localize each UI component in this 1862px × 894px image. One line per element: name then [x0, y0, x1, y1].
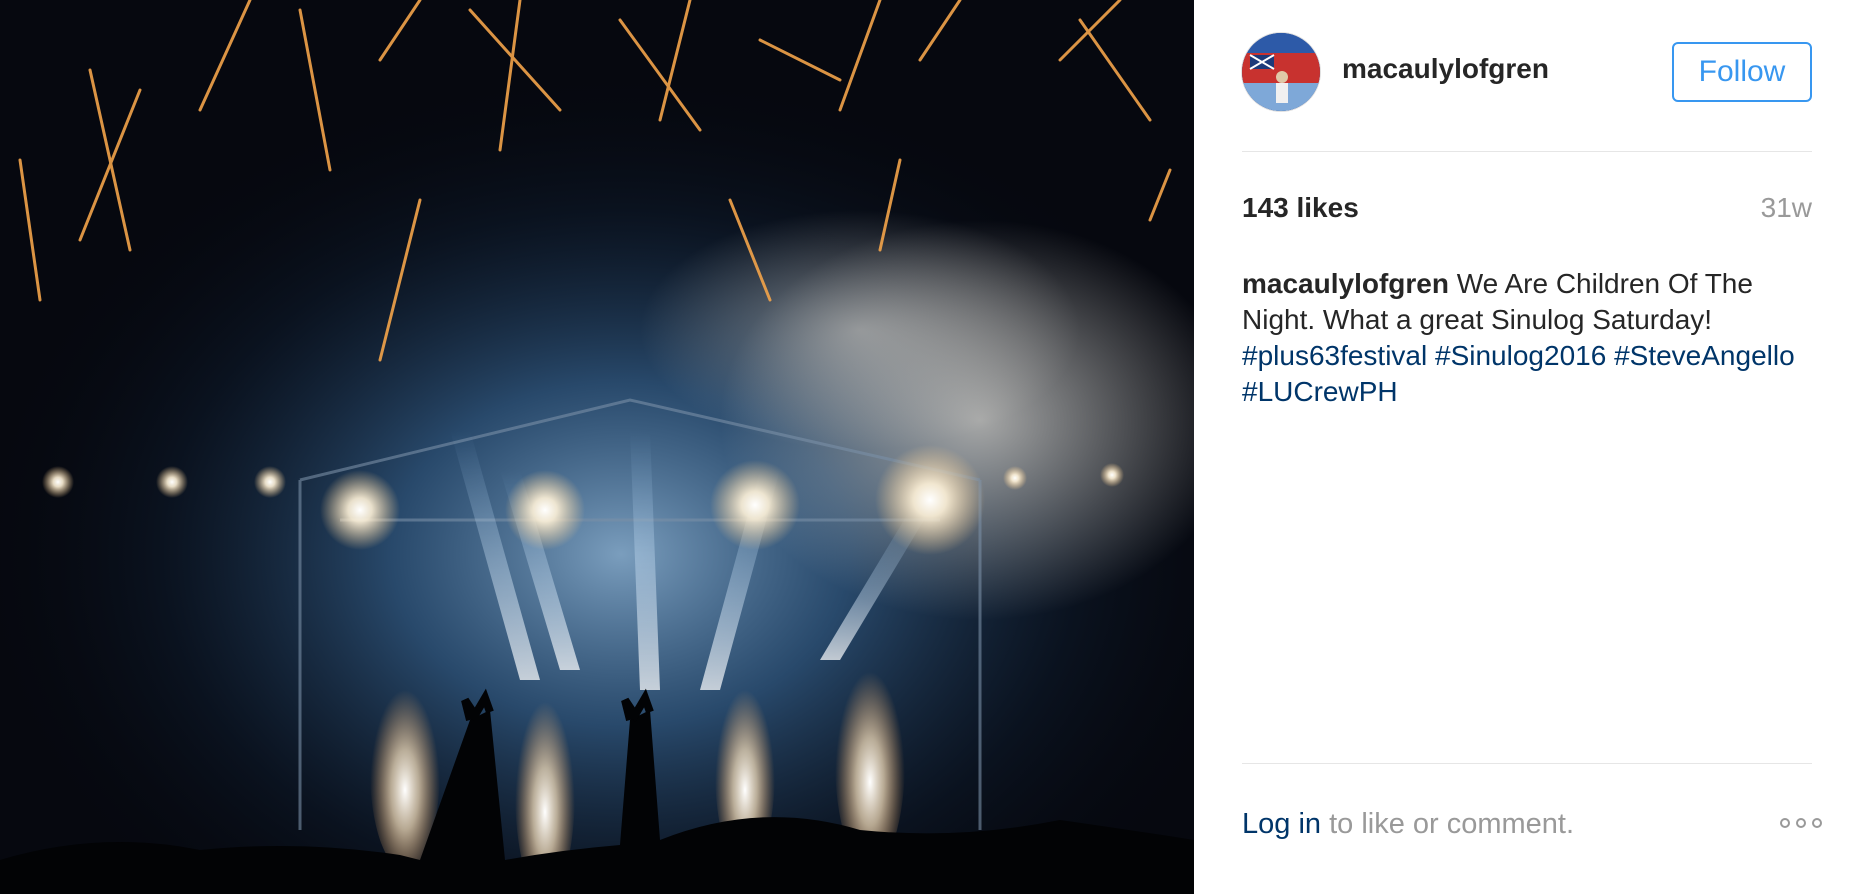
hashtag-link[interactable]: #LUCrewPH: [1242, 376, 1398, 407]
more-dot: [1812, 818, 1822, 828]
follow-button[interactable]: Follow: [1672, 42, 1812, 102]
author-username[interactable]: macaulylofgren: [1342, 53, 1549, 85]
login-prompt-text: to like or comment.: [1329, 808, 1575, 840]
login-link[interactable]: Log in: [1242, 808, 1321, 840]
more-dot: [1796, 818, 1806, 828]
hashtag-link[interactable]: #Sinulog2016: [1435, 340, 1606, 371]
login-prompt: Log in to like or comment.: [1242, 808, 1574, 841]
header-divider: [1242, 151, 1812, 152]
post-age[interactable]: 31w: [1761, 192, 1812, 224]
more-dot: [1780, 818, 1790, 828]
caption-username[interactable]: macaulylofgren: [1242, 268, 1449, 299]
more-options-icon[interactable]: [1780, 818, 1822, 828]
hashtag-link[interactable]: #plus63festival: [1242, 340, 1427, 371]
post-photo[interactable]: [0, 0, 1194, 894]
footer-divider: [1242, 763, 1812, 764]
hashtag-link[interactable]: #SteveAngello: [1614, 340, 1795, 371]
post-caption: macaulylofgren We Are Children Of The Ni…: [1242, 266, 1812, 410]
concert-photo-illustration: [0, 0, 1194, 894]
profile-avatar-icon: [1242, 33, 1320, 111]
post-view: macaulylofgren Follow 143 likes 31w maca…: [0, 0, 1862, 894]
likes-count[interactable]: 143 likes: [1242, 192, 1359, 224]
post-sidebar: macaulylofgren Follow 143 likes 31w maca…: [1194, 0, 1862, 894]
avatar[interactable]: [1242, 33, 1320, 111]
post-header: macaulylofgren Follow: [1242, 33, 1812, 113]
